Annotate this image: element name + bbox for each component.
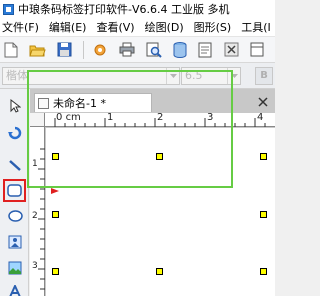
menu-file[interactable]: 文件(F) bbox=[0, 19, 44, 35]
settings-button[interactable] bbox=[92, 41, 108, 59]
resize-handle-right[interactable] bbox=[260, 211, 267, 218]
pointer-icon bbox=[10, 99, 21, 113]
save-icon bbox=[57, 42, 72, 57]
title-bar: 中琅条码标签打印软件-V6.6.4 工业版 多机 bbox=[0, 0, 275, 18]
picture-icon bbox=[8, 261, 22, 275]
more-toolbar-button[interactable] bbox=[250, 41, 264, 59]
image-tool-button[interactable] bbox=[5, 232, 25, 252]
picture-tool-button[interactable] bbox=[5, 258, 25, 278]
menu-tools[interactable]: 工具(I bbox=[236, 19, 276, 35]
line-icon bbox=[9, 160, 21, 171]
save-button[interactable] bbox=[57, 41, 72, 59]
resize-handle-top[interactable] bbox=[156, 153, 163, 160]
window-title: 中琅条码标签打印软件-V6.6.4 工业版 多机 bbox=[18, 3, 230, 16]
new-document-button[interactable] bbox=[4, 41, 18, 59]
pointer-tool-button[interactable] bbox=[5, 96, 25, 116]
vruler-label-2: 2 bbox=[32, 211, 38, 221]
menu-view[interactable]: 查看(V) bbox=[91, 19, 139, 35]
menu-draw[interactable]: 绘图(D) bbox=[140, 19, 189, 35]
document-settings-button[interactable] bbox=[198, 41, 213, 59]
rectangle-tool-button[interactable] bbox=[3, 179, 26, 202]
resize-handle-bottom-right[interactable] bbox=[260, 268, 267, 275]
resize-handle-left[interactable] bbox=[52, 211, 59, 218]
rotate-icon bbox=[8, 126, 22, 140]
menu-bar: 文件(F) 编辑(E) 查看(V) 绘图(D) 图形(S) 工具(I bbox=[0, 18, 275, 37]
line-tool-button[interactable] bbox=[5, 155, 25, 175]
resize-handle-top-right[interactable] bbox=[260, 153, 267, 160]
rounded-rectangle-icon bbox=[7, 184, 22, 197]
resize-handle-top-left[interactable] bbox=[52, 153, 59, 160]
image-icon bbox=[8, 235, 22, 249]
menu-shape[interactable]: 图形(S) bbox=[189, 19, 237, 35]
layout-icon bbox=[250, 42, 264, 57]
document-settings-icon bbox=[198, 42, 212, 57]
close-tab-button[interactable] bbox=[256, 95, 270, 109]
resize-handle-bottom-left[interactable] bbox=[52, 268, 59, 275]
close-document-button[interactable] bbox=[224, 41, 239, 59]
ellipse-icon bbox=[7, 210, 23, 222]
text-icon bbox=[9, 284, 21, 296]
printer-icon bbox=[119, 42, 135, 57]
font-name-value: 楷体 bbox=[6, 69, 28, 82]
close-document-icon bbox=[224, 42, 239, 57]
print-preview-icon bbox=[146, 42, 162, 58]
menu-edit[interactable]: 编辑(E) bbox=[44, 19, 92, 35]
resize-handle-bottom[interactable] bbox=[156, 268, 163, 275]
database-button[interactable] bbox=[173, 41, 187, 59]
close-icon bbox=[258, 97, 268, 107]
gear-icon bbox=[94, 44, 106, 55]
print-button[interactable] bbox=[119, 41, 135, 59]
drawing-toolbar bbox=[0, 89, 29, 296]
main-toolbar bbox=[0, 37, 275, 63]
vruler-label-3: 3 bbox=[32, 261, 38, 271]
bold-button[interactable]: B bbox=[255, 67, 273, 85]
pan-tool-button[interactable] bbox=[5, 123, 25, 143]
app-icon bbox=[3, 3, 14, 15]
ruler-position-arrow-icon bbox=[51, 188, 59, 194]
ruler-label-4: 4 bbox=[257, 112, 264, 123]
text-tool-button[interactable] bbox=[5, 281, 25, 296]
ellipse-tool-button[interactable] bbox=[5, 206, 25, 226]
toolbar-separator bbox=[83, 40, 84, 59]
print-preview-button[interactable] bbox=[146, 41, 162, 59]
new-document-icon bbox=[4, 42, 18, 57]
rectangle-shape[interactable] bbox=[27, 70, 233, 188]
open-button[interactable] bbox=[29, 41, 46, 59]
database-icon bbox=[173, 41, 187, 58]
open-folder-icon bbox=[29, 45, 46, 56]
